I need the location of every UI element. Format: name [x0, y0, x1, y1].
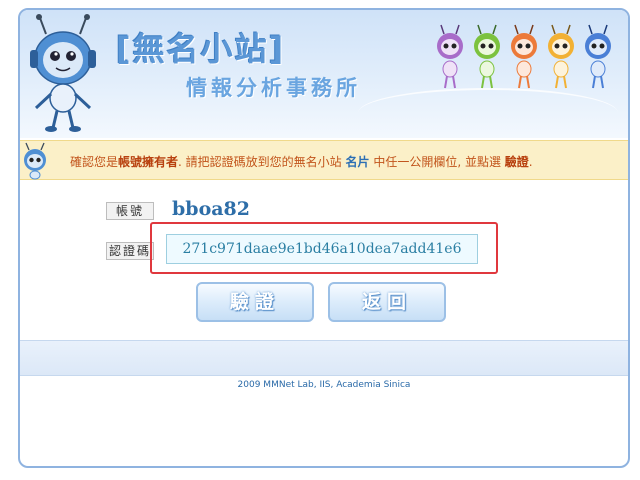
verification-code-label: 認證碼: [106, 242, 154, 260]
notice-part-1: 確認您是: [70, 155, 119, 169]
colored-robot-mascots-icon: [437, 24, 611, 89]
robot-head-icon: [24, 142, 46, 180]
notice-part-2: . 請把認證碼放到您的無名小站: [178, 155, 346, 169]
account-label: 帳號: [106, 202, 154, 220]
notice-card-emphasis: 名片: [345, 155, 370, 169]
notice-text: 確認您是帳號擁有者. 請把認證碼放到您的無名小站 名片 中任一公開欄位, 並點選…: [70, 153, 533, 170]
footer-copyright: 2009 MMNet Lab, IIS, Academia Sinica: [237, 380, 411, 390]
main-frame: [無名小站] 情報分析事務所 確認您是帳號擁有者. 請把認證碼放到您的無名小站 …: [18, 8, 630, 468]
site-header: [無名小站] 情報分析事務所: [20, 10, 628, 138]
back-button[interactable]: 返回: [328, 282, 446, 322]
account-value: bboa82: [172, 198, 250, 220]
site-subtitle: 情報分析事務所: [186, 76, 361, 100]
site-title: [無名小站]: [116, 30, 286, 68]
verification-code-field[interactable]: 271c971daae9e1bd46a10dea7add41e6: [166, 234, 478, 264]
notice-part-4: .: [528, 155, 533, 169]
header-swoosh: [358, 88, 618, 138]
notice-part-3: 中任一公開欄位, 並點選: [369, 155, 505, 169]
robot-mascot-icon: [30, 14, 96, 132]
notice-verify-emphasis: 驗證: [504, 155, 529, 169]
notice-owner-emphasis: 帳號擁有者: [118, 155, 179, 169]
verification-notice: 確認您是帳號擁有者. 請把認證碼放到您的無名小站 名片 中任一公開欄位, 並點選…: [20, 140, 628, 180]
verify-button[interactable]: 驗證: [196, 282, 314, 322]
bottom-band: [20, 340, 628, 376]
